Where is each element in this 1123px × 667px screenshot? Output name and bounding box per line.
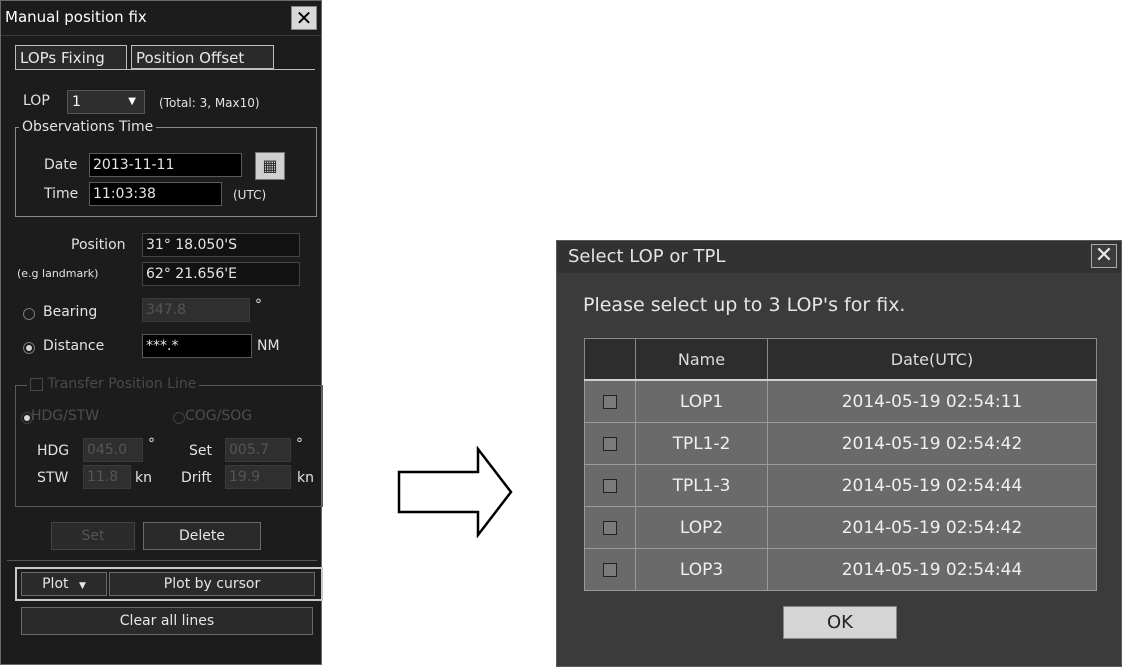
lop-total: (Total: 3, Max10) [159,96,260,110]
delete-button[interactable]: Delete [143,522,261,550]
panel-title-bar: Manual position fix ✕ [1,1,321,36]
table-row[interactable]: TPL1-2 2014-05-19 02:54:42 [584,422,1097,465]
hdg-stw-label: HDG/STW [31,408,100,424]
select-lop-dialog: Select LOP or TPL ✕ Please select up to … [556,240,1122,667]
row-checkbox[interactable] [603,562,617,577]
row-checkbox[interactable] [603,436,617,451]
dialog-message: Please select up to 3 LOP's for fix. [583,294,906,316]
close-icon[interactable]: ✕ [291,6,317,30]
row-checkbox-cell [584,464,636,507]
calendar-icon[interactable]: ▦ [255,152,285,180]
drift-unit: kn [297,470,314,486]
row-date: 2014-05-19 02:54:44 [767,548,1097,591]
set-degree-symbol: ° [296,436,303,452]
landmark-label: (e.g landmark) [17,267,99,280]
drift-label: Drift [181,470,212,486]
latitude-field[interactable]: 31° 18.050'S [142,233,300,257]
transfer-position-line-title: Transfer Position Line [27,376,200,392]
stw-field[interactable]: 11.8 [83,465,131,489]
longitude-field[interactable]: 62° 21.656'E [142,262,300,286]
close-icon[interactable]: ✕ [1091,244,1117,268]
plot-by-cursor-button[interactable]: Plot by cursor [109,572,315,596]
stw-label: STW [37,470,69,486]
plot-dropdown-label: Plot [42,576,69,592]
right-arrow-icon [397,446,513,538]
transfer-checkbox[interactable] [30,377,43,391]
row-checkbox[interactable] [603,394,617,409]
divider [7,560,317,561]
lop-table: Name Date(UTC) LOP1 2014-05-19 02:54:11 … [584,338,1097,591]
plot-dropdown[interactable]: Plot ▼ [21,572,107,596]
hdg-degree-symbol: ° [148,436,155,452]
stw-unit: kn [135,470,152,486]
table-row[interactable]: LOP1 2014-05-19 02:54:11 [584,379,1097,423]
manual-position-fix-panel: Manual position fix ✕ LOPs Fixing Positi… [0,0,323,665]
ok-button[interactable]: OK [783,606,897,639]
name-column-header: Name [635,338,768,381]
table-row[interactable]: TPL1-3 2014-05-19 02:54:44 [584,464,1097,507]
row-checkbox[interactable] [603,478,617,493]
distance-unit: NM [257,338,280,354]
dialog-title: Select LOP or TPL [568,246,726,267]
set-label: Set [189,443,212,459]
observations-time-title: Observations Time [19,119,157,135]
chevron-down-icon: ▼ [78,581,86,591]
row-date: 2014-05-19 02:54:44 [767,464,1097,507]
row-name: LOP3 [635,548,768,591]
bearing-label: Bearing [43,304,98,320]
tab-position-offset[interactable]: Position Offset [131,45,274,69]
hdg-field[interactable]: 045.0 [83,438,143,462]
row-checkbox[interactable] [603,520,617,535]
lop-label: LOP [23,93,50,109]
row-checkbox-cell [584,379,636,423]
tab-divider [15,69,315,70]
lop-dropdown-value: 1 [72,94,81,110]
date-field[interactable]: 2013-11-11 [89,153,242,177]
position-label: Position [71,237,126,253]
row-name: LOP2 [635,506,768,549]
distance-field[interactable]: ***.* [142,334,252,358]
row-name: TPL1-2 [635,422,768,465]
set-field[interactable]: 005.7 [225,438,291,462]
table-header: Name Date(UTC) [584,338,1097,381]
cog-sog-label: COG/SOG [185,408,253,424]
table-row[interactable]: LOP2 2014-05-19 02:54:42 [584,506,1097,549]
date-label: Date [44,157,78,173]
bearing-radio[interactable] [23,308,35,320]
row-date: 2014-05-19 02:54:42 [767,422,1097,465]
cog-sog-radio[interactable] [173,412,185,424]
dialog-title-bar: Select LOP or TPL ✕ [557,241,1121,273]
row-checkbox-cell [584,506,636,549]
panel-title: Manual position fix [5,8,147,26]
utc-label: (UTC) [233,188,267,202]
row-checkbox-cell [584,422,636,465]
row-checkbox-cell [584,548,636,591]
hdg-label: HDG [37,443,70,459]
plot-controls: Plot ▼ Plot by cursor [15,567,323,601]
tab-lops-fixing[interactable]: LOPs Fixing [15,45,127,69]
time-field[interactable]: 11:03:38 [89,182,222,206]
lop-dropdown[interactable]: 1 ▼ [67,90,145,114]
distance-radio[interactable] [23,342,35,354]
bearing-field[interactable]: 347.8 [142,298,250,322]
table-row[interactable]: LOP3 2014-05-19 02:54:44 [584,548,1097,591]
row-name: TPL1-3 [635,464,768,507]
distance-label: Distance [43,338,105,354]
date-column-header: Date(UTC) [767,338,1097,381]
bearing-degree-symbol: ° [255,297,262,313]
checkbox-column-header [584,338,636,381]
row-date: 2014-05-19 02:54:11 [767,379,1097,423]
row-name: LOP1 [635,379,768,423]
row-date: 2014-05-19 02:54:42 [767,506,1097,549]
drift-field[interactable]: 19.9 [225,465,291,489]
set-button[interactable]: Set [51,522,135,550]
time-label: Time [44,186,79,202]
clear-all-lines-button[interactable]: Clear all lines [21,607,313,635]
transfer-position-line-label: Transfer Position Line [47,376,197,392]
chevron-down-icon: ▼ [128,96,136,107]
